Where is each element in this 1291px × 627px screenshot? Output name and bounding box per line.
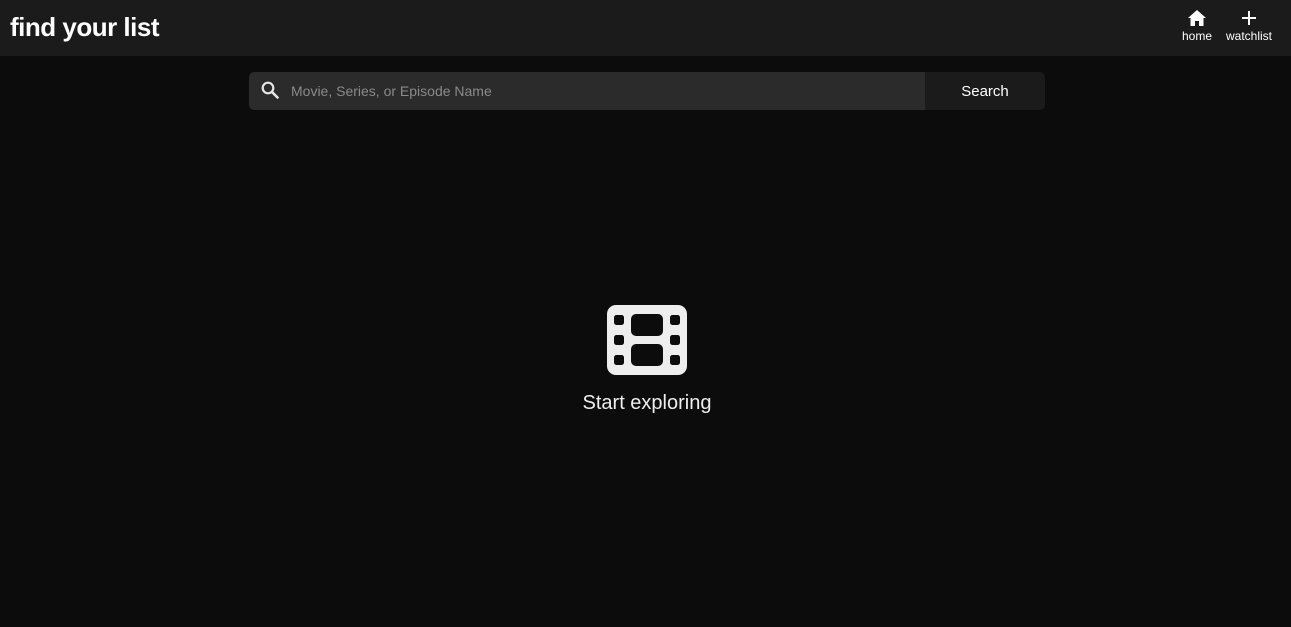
empty-state-message: Start exploring [582,392,712,414]
search-form: Search [249,72,1045,110]
empty-state: Start exploring [560,305,734,416]
nav-home-link[interactable]: home [1178,8,1216,43]
search-input[interactable] [291,72,911,110]
search-icon [261,81,279,99]
nav-home-label: home [1181,29,1213,43]
brand-logo[interactable]: find your list [10,9,160,45]
home-icon [1186,8,1208,28]
plus-icon [1238,8,1260,28]
search-field-wrapper [249,72,925,110]
film-icon [607,305,687,380]
top-navbar: find your list home watchlist [0,0,1291,56]
nav-watchlist-link[interactable]: watchlist [1222,8,1276,43]
search-button[interactable]: Search [925,72,1045,110]
nav-watchlist-label: watchlist [1225,29,1272,43]
